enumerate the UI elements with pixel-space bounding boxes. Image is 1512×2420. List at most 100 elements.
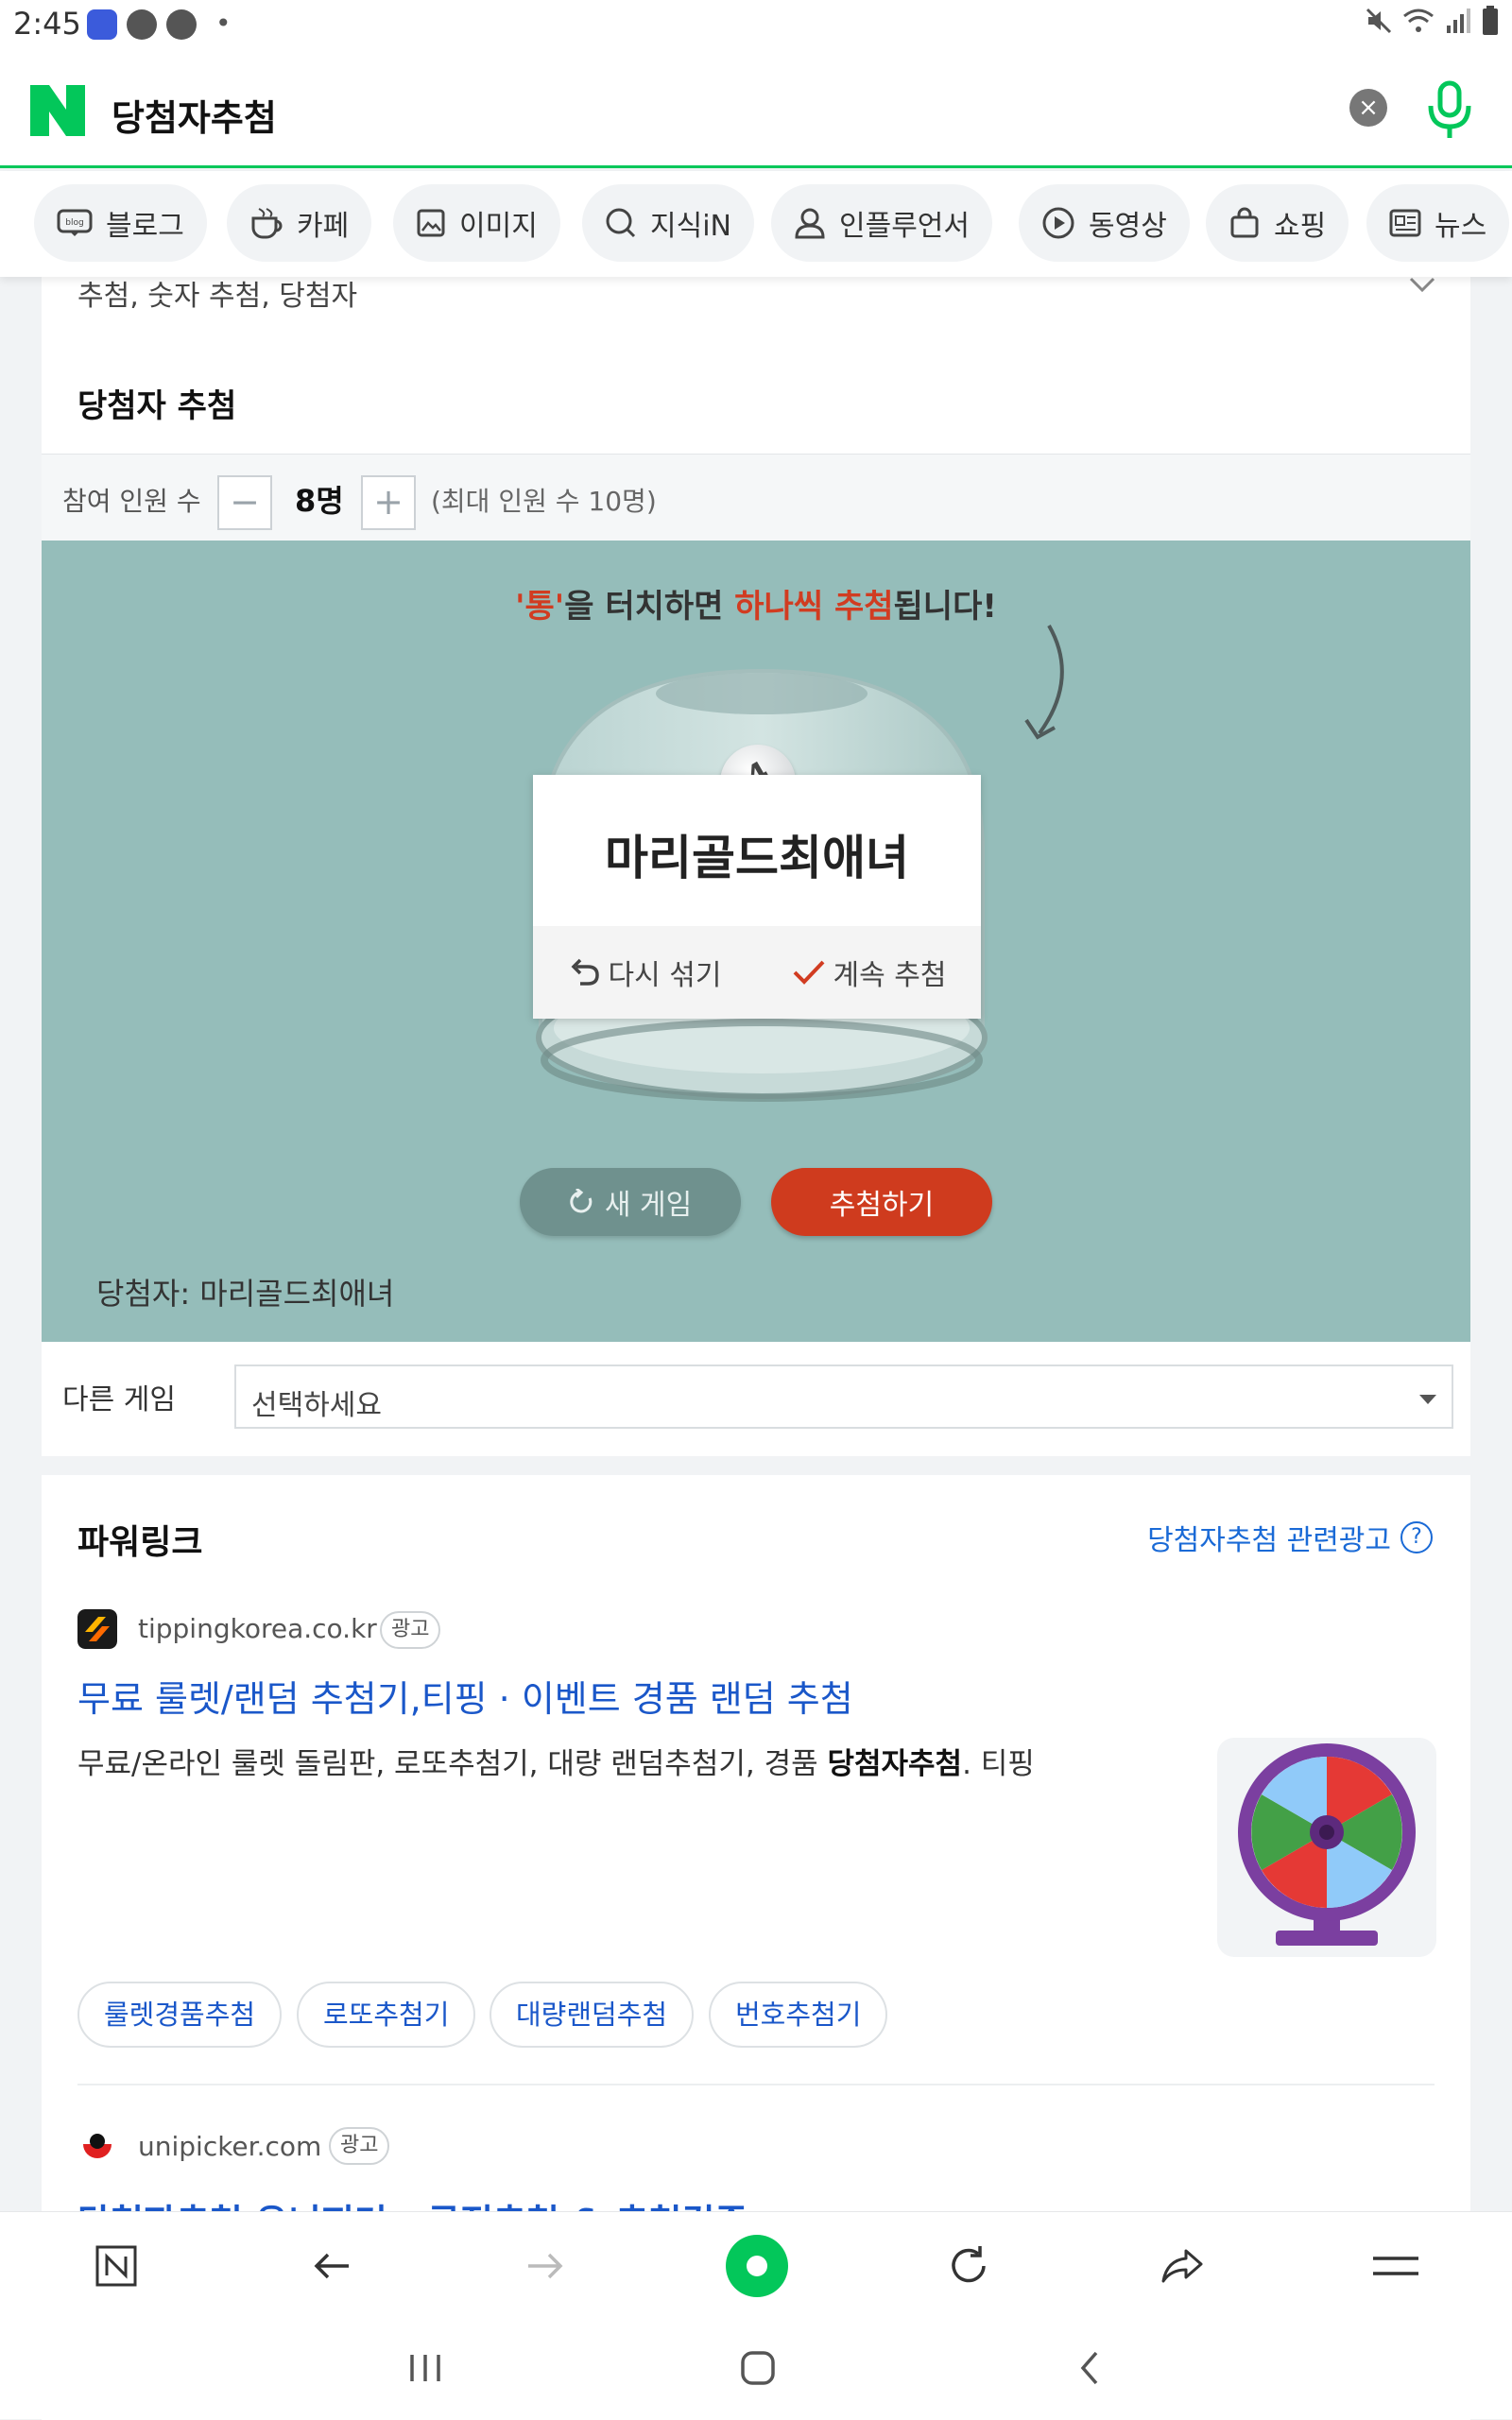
hint-highlight-draw: 하나씩 추첨: [734, 588, 894, 626]
roulette-wheel-icon: [1238, 1743, 1416, 1946]
home-button[interactable]: [730, 2340, 786, 2396]
tab-blog[interactable]: blog 블로그: [34, 184, 207, 262]
draw-button[interactable]: 추첨하기: [771, 1168, 992, 1236]
image-icon: [417, 209, 445, 237]
ad1-chip-lotto[interactable]: 로또추첨기: [297, 1982, 476, 2048]
reshuffle-button[interactable]: 다시 섞기: [533, 926, 757, 1019]
ad-divider: [77, 2084, 1435, 2085]
ad1-chip-bulk[interactable]: 대량랜덤추첨: [490, 1982, 695, 2048]
chevron-left-icon: [1080, 2351, 1098, 2385]
undo-icon: [571, 958, 599, 986]
tab-knowledge[interactable]: 지식iN: [582, 184, 754, 262]
other-game-select[interactable]: 선택하세요: [234, 1364, 1453, 1429]
increase-count-button[interactable]: +: [361, 475, 416, 530]
voice-search-mic-icon[interactable]: [1425, 79, 1474, 140]
ad2-site-url[interactable]: unipicker.com: [138, 2131, 321, 2162]
app-notification-icon-3: [166, 9, 197, 40]
status-indicators: [1365, 6, 1499, 36]
powerlink-title: 파워링크: [77, 1523, 203, 1562]
ad1-chip-roulette[interactable]: 룰렛경품추첨: [77, 1982, 283, 2048]
result-actions: 다시 섞기 계속 추첨: [533, 926, 981, 1019]
more-notifications-dot: •: [215, 8, 232, 39]
ad1-thumbnail[interactable]: [1217, 1738, 1436, 1957]
status-bar: 2:45 •: [0, 0, 1512, 53]
continue-draw-button[interactable]: 계속 추첨: [757, 926, 981, 1019]
svg-text:blog: blog: [65, 218, 83, 228]
clear-search-button[interactable]: ×: [1349, 89, 1387, 127]
max-participants-note: (최대 인원 수 10명): [431, 486, 657, 517]
continue-draw-label: 계속 추첨: [833, 959, 947, 992]
share-button[interactable]: [1149, 2233, 1215, 2299]
tab-label: 인플루언서: [839, 210, 970, 243]
tab-video[interactable]: 동영상: [1019, 184, 1190, 262]
ad1-site-url[interactable]: tippingkorea.co.kr: [138, 1613, 377, 1644]
caret-down-icon: [1419, 1395, 1436, 1404]
tab-influencer[interactable]: 인플루언서: [771, 184, 992, 262]
unipicker-favicon-icon: [77, 2125, 117, 2165]
arrow-left-icon: [314, 2253, 349, 2279]
green-dot-icon: [726, 2235, 788, 2297]
tab-label: 동영상: [1089, 210, 1167, 243]
search-query-input[interactable]: 당첨자추첨: [112, 89, 277, 141]
naver-home-button[interactable]: [83, 2233, 149, 2299]
naver-logo-icon[interactable]: [30, 85, 85, 136]
system-back-button[interactable]: [1062, 2340, 1119, 2396]
related-ads-link[interactable]: 당첨자추첨 관련광고 ?: [1147, 1517, 1433, 1558]
tab-shopping[interactable]: 쇼핑: [1206, 184, 1349, 262]
hint-arrow-icon: [1024, 625, 1064, 740]
back-button[interactable]: [299, 2233, 365, 2299]
news-icon: [1389, 209, 1421, 237]
search-category-tabs: blog 블로그 카페 이미지 지식iN 인플루언서 동영상 쇼핑 뉴스: [0, 171, 1512, 277]
wifi-icon: [1403, 9, 1434, 32]
tab-image[interactable]: 이미지: [393, 184, 560, 262]
menu-button[interactable]: [1363, 2233, 1429, 2299]
tab-cafe[interactable]: 카페: [227, 184, 372, 262]
battery-icon: [1483, 6, 1498, 35]
home-icon: [741, 2351, 775, 2385]
app-notification-icon-2: [127, 9, 157, 40]
draw-result-popup: 마리골드최애녀 다시 섞기 계속 추첨: [533, 775, 981, 1019]
green-dot-button[interactable]: [724, 2233, 790, 2299]
forward-button[interactable]: [512, 2233, 578, 2299]
tab-label: 블로그: [106, 210, 184, 243]
cafe-icon: [251, 208, 283, 239]
tippingkorea-favicon-icon: [77, 1609, 117, 1649]
ad1-desc-keyword: 당첨자추첨: [827, 1747, 963, 1781]
ad1-chip-number[interactable]: 번호추첨기: [709, 1982, 888, 2048]
new-game-button[interactable]: 새 게임: [520, 1168, 741, 1236]
bag-icon: [1230, 207, 1259, 238]
check-icon: [793, 960, 824, 985]
participant-count-row: 참여 인원 수 − 8명 + (최대 인원 수 10명): [42, 454, 1470, 541]
ad1-description: 무료/온라인 룰렛 돌림판, 로또추첨기, 대량 랜덤추첨기, 경품 당첨자추첨…: [77, 1740, 1035, 1782]
ad1-desc-text-end: . 티핑: [962, 1747, 1035, 1781]
play-icon: [1042, 207, 1074, 239]
reshuffle-label: 다시 섞기: [608, 959, 722, 992]
hint-text-end: 됩니다!: [893, 588, 997, 626]
app-notification-icon: [87, 9, 117, 40]
refresh-button[interactable]: [936, 2233, 1002, 2299]
ad2-badge: 광고: [329, 2127, 390, 2165]
drawn-winner-name: 마리골드최애녀: [605, 831, 909, 885]
browser-toolbar: [0, 2211, 1512, 2319]
other-game-row: 다른 게임 선택하세요: [42, 1342, 1470, 1456]
system-navigation-bar: [0, 2319, 1512, 2419]
share-icon: [1161, 2249, 1203, 2283]
other-game-label: 다른 게임: [62, 1383, 176, 1416]
draw-stage: '통'을 터치하면 하나씩 추첨됩니다! 4 마리골드최애녀: [42, 541, 1470, 1342]
tab-label: 뉴스: [1435, 210, 1487, 243]
participant-count-value: 8명: [295, 483, 344, 519]
ad1-desc-text: 무료/온라인 룰렛 돌림판, 로또추첨기, 대량 랜덤추첨기, 경품: [77, 1747, 828, 1781]
other-game-selected-value: 선택하세요: [251, 1389, 382, 1422]
search-header: 당첨자추첨 ×: [0, 53, 1512, 168]
tab-label: 카페: [297, 210, 350, 243]
refresh-icon: [570, 1189, 593, 1213]
knowledge-icon: [606, 208, 636, 238]
tab-label: 쇼핑: [1274, 210, 1327, 243]
recent-apps-button[interactable]: [397, 2340, 454, 2396]
winner-summary: 당첨자: 마리골드최애녀: [96, 1276, 395, 1312]
widget-title: 당첨자 추첨: [77, 387, 237, 425]
ad1-title-link[interactable]: 무료 룰렛/랜덤 추첨기,티핑 · 이벤트 경품 랜덤 추첨: [77, 1670, 853, 1722]
decrease-count-button[interactable]: −: [217, 475, 272, 530]
hint-text: 을 터치하면: [564, 588, 735, 626]
tab-news[interactable]: 뉴스: [1366, 184, 1510, 262]
